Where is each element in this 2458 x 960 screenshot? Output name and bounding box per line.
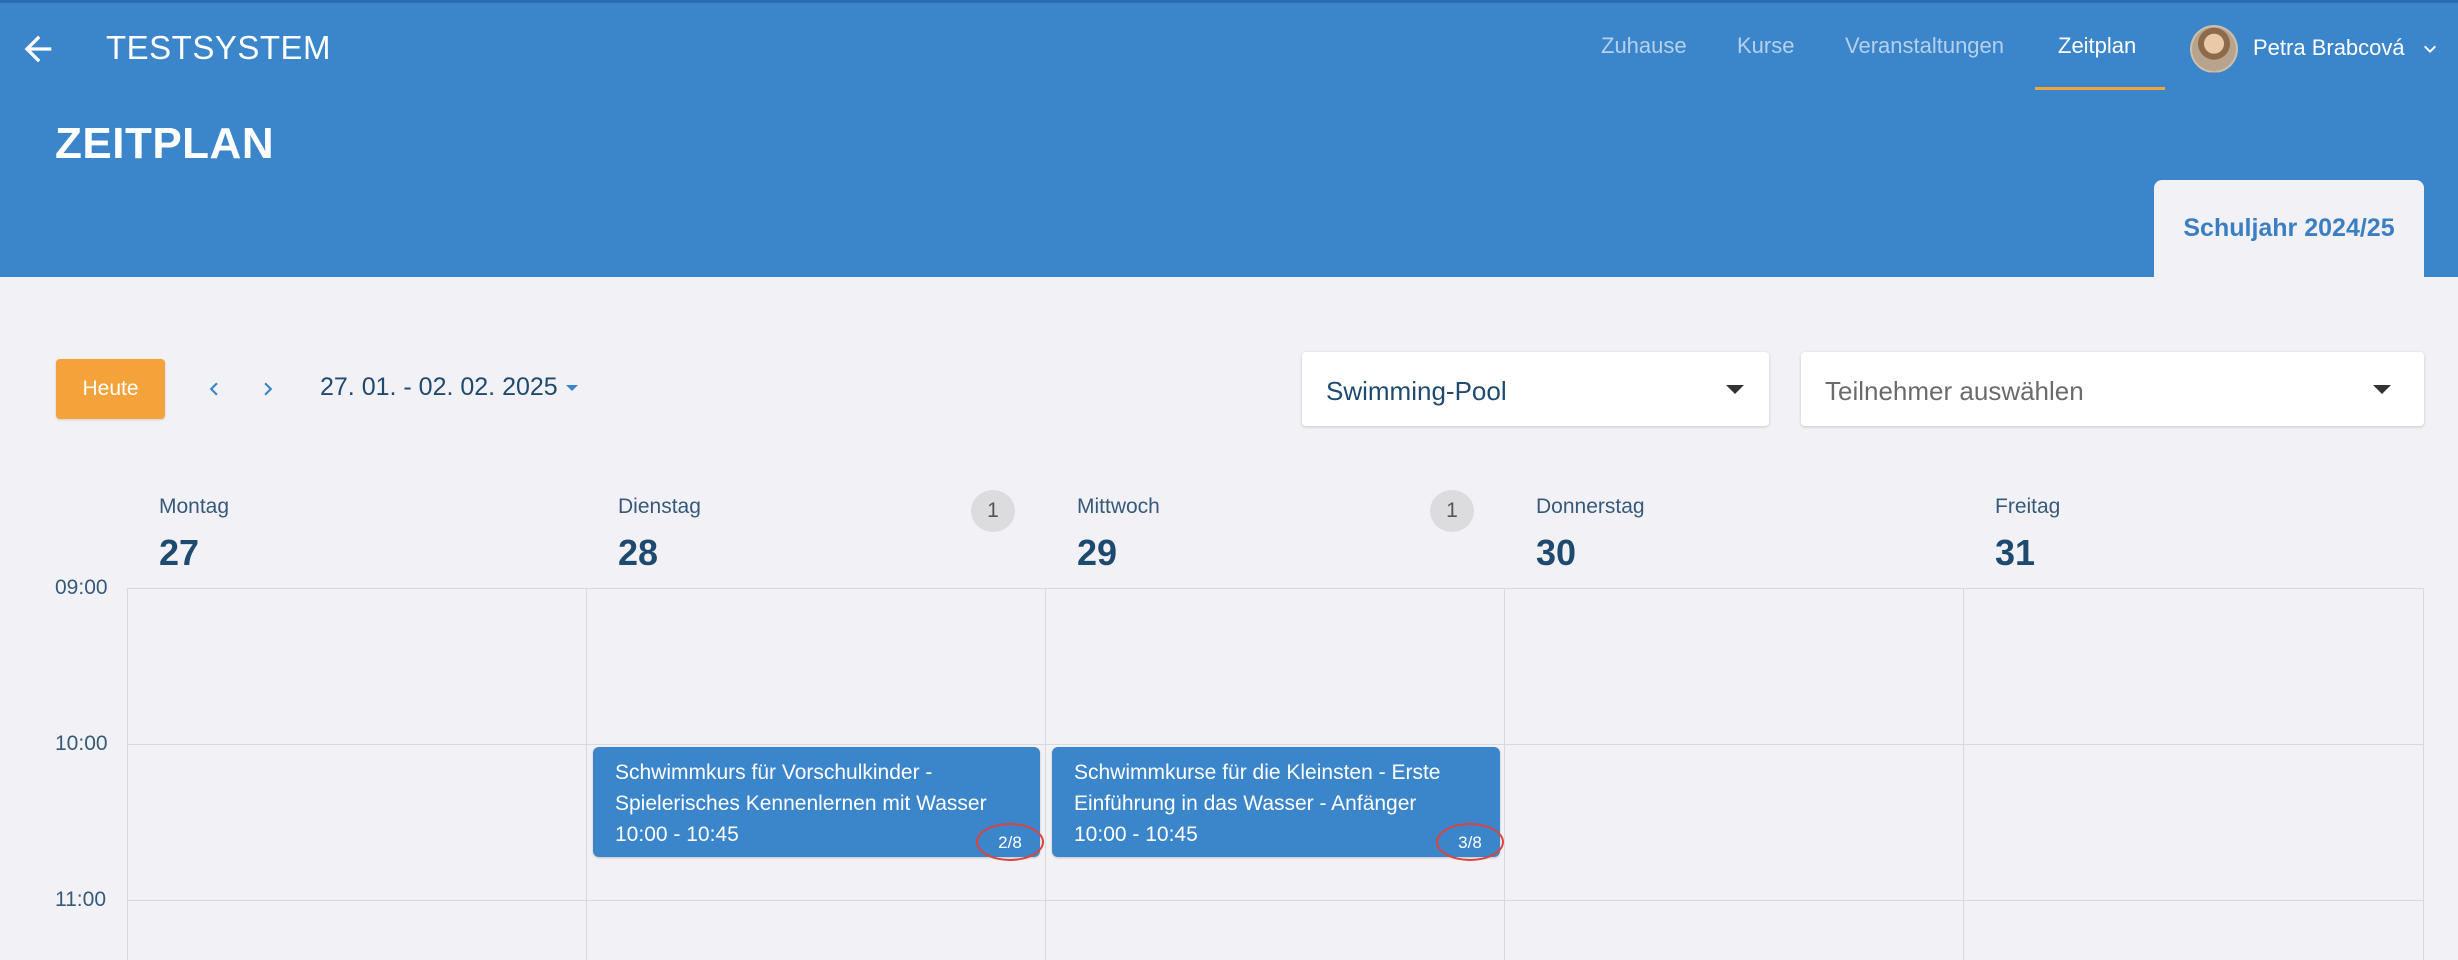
grid-line [586,588,587,960]
grid-line [2423,588,2424,960]
chevron-down-icon[interactable] [2418,37,2442,61]
day-header-wednesday: Mittwoch 29 1 [1077,490,1537,580]
day-number: 31 [1995,532,2036,573]
event-time: 10:00 - 10:45 [615,823,739,846]
event-count-badge: 1 [1430,490,1474,532]
day-number: 28 [618,532,659,573]
page-header: ZEITPLAN Schuljahr 2024/25 [0,91,2458,277]
day-name: Montag [159,495,230,518]
avatar[interactable] [2190,25,2238,73]
time-label: 10:00 [55,732,108,755]
day-header-friday: Freitag 31 [1995,490,2455,580]
grid-line [127,744,2424,745]
event-title-line: Schwimmkurs für Vorschulkinder - [615,761,933,784]
day-header-thursday: Donnerstag 30 [1536,490,1996,580]
participant-select-placeholder: Teilnehmer auswählen [1825,376,2084,406]
grid-line [1504,588,1505,960]
day-header-tuesday: Dienstag 28 1 [618,490,1078,580]
day-header-monday: Montag 27 [159,490,619,580]
participant-count: 3/8 [1436,823,1504,861]
today-button[interactable]: Heute [56,359,165,419]
time-label: 11:00 [55,888,106,911]
calendar-event[interactable]: Schwimmkurse für die Kleinsten - Erste E… [1052,747,1504,861]
participant-count: 2/8 [976,823,1044,861]
event-title-line: Einführung in das Wasser - Anfänger [1074,792,1417,815]
grid-line [127,588,2424,589]
day-number: 29 [1077,532,1118,573]
page-title: ZEITPLAN [55,119,275,168]
nav-item-veranstaltungen[interactable]: Veranstaltungen [1845,33,2004,59]
participant-select[interactable]: Teilnehmer auswählen [1801,352,2424,426]
event-time: 10:00 - 10:45 [1074,823,1198,846]
grid-line [127,900,2424,901]
date-range-label: 27. 01. - 02. 02. 2025 [320,373,558,401]
app-bar: TESTSYSTEM Zuhause Kurse Veranstaltungen… [0,0,2458,91]
caret-down-icon [1726,385,1744,394]
event-title-line: Spielerisches Kennenlernen mit Wasser [615,792,987,815]
back-arrow-icon[interactable] [18,29,58,69]
grid-line [1963,588,1964,960]
day-name: Dienstag [618,495,701,518]
caret-down-icon [2373,385,2391,394]
grid-line [1045,588,1046,960]
day-name: Freitag [1995,495,2061,518]
chevron-right-icon[interactable] [255,376,281,402]
chevron-left-icon[interactable] [201,376,227,402]
day-number: 27 [159,532,200,573]
location-select[interactable]: Swimming-Pool [1302,352,1769,426]
tab-school-year[interactable]: Schuljahr 2024/25 [2154,180,2424,277]
app-title: TESTSYSTEM [106,29,332,66]
event-count-badge: 1 [971,490,1015,532]
event-title-line: Schwimmkurse für die Kleinsten - Erste [1074,761,1441,784]
day-number: 30 [1536,532,1577,573]
day-name: Mittwoch [1077,495,1160,518]
calendar-event[interactable]: Schwimmkurs für Vorschulkinder - Spieler… [593,747,1044,861]
time-label: 09:00 [55,576,108,599]
caret-down-icon [565,385,578,392]
location-select-value: Swimming-Pool [1326,376,1507,406]
grid-line [127,588,128,960]
nav-item-zuhause[interactable]: Zuhause [1601,33,1687,59]
day-name: Donnerstag [1536,495,1645,518]
nav-item-zeitplan[interactable]: Zeitplan [2058,33,2136,59]
date-range-picker[interactable]: 27. 01. - 02. 02. 2025 [320,373,578,402]
user-name[interactable]: Petra Brabcová [2253,35,2405,61]
active-nav-indicator [2035,87,2165,90]
nav-item-kurse[interactable]: Kurse [1737,33,1794,59]
